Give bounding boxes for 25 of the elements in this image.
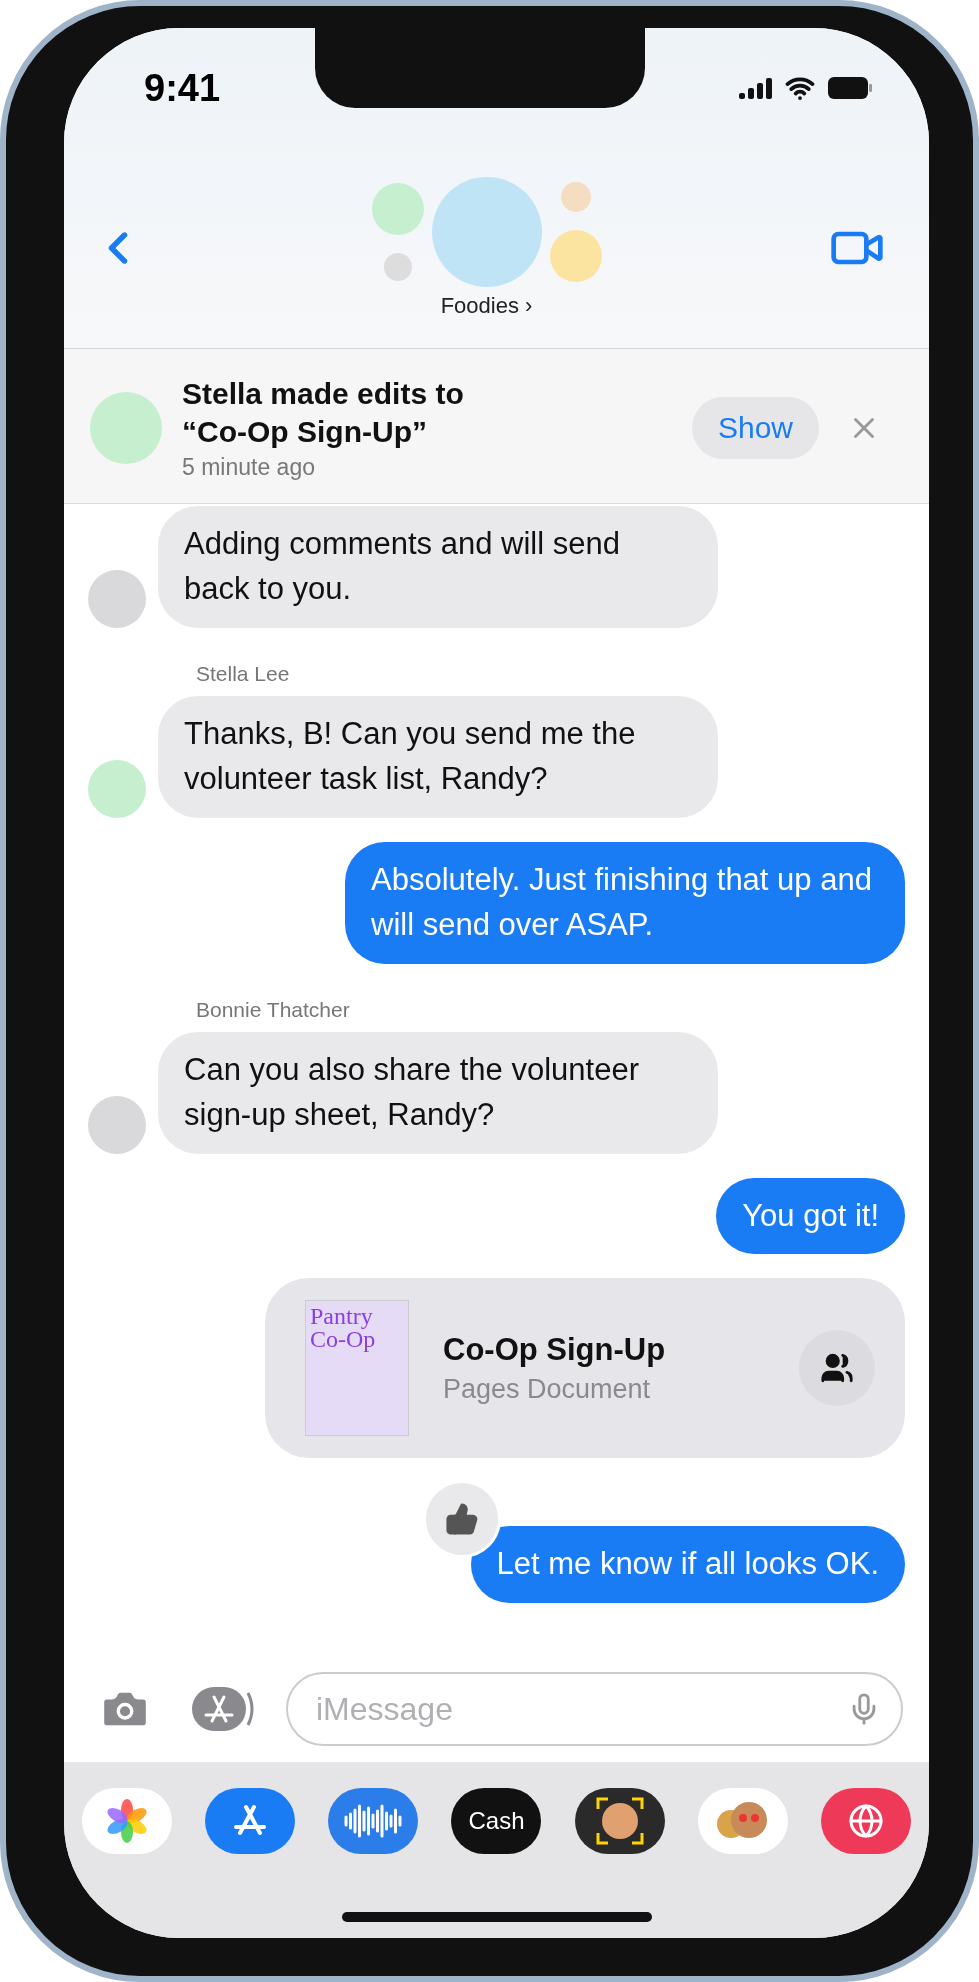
flower-icon: [105, 1799, 149, 1843]
sent-message-bubble: Let me know if all looks OK.: [470, 1526, 905, 1604]
globe-icon: [847, 1803, 884, 1839]
group-name-button[interactable]: Foodies ›: [440, 293, 533, 319]
sender-name: Stella Lee: [196, 661, 291, 686]
sent-message-bubble: You got it!: [716, 1177, 905, 1255]
document-title: Co-Op Sign-Up: [443, 1331, 667, 1368]
message-composer[interactable]: iMessage: [286, 1672, 903, 1746]
received-message-bubble: Adding comments and will send back to you.: [158, 506, 718, 628]
notification-time: 5 minute ago: [182, 454, 316, 481]
signal-icon: [739, 77, 773, 99]
status-time: 9:41: [144, 66, 221, 110]
cash-button[interactable]: Cash: [451, 1788, 542, 1854]
document-type: Pages Document: [443, 1373, 652, 1405]
battery-icon: [827, 76, 873, 100]
received-message-bubble: Thanks, B! Can you send me the volunteer task list, Randy?: [158, 695, 718, 818]
thumbs-up-icon: [444, 1502, 479, 1537]
document-card[interactable]: Pantry Co-Op Co-Op Sign-Up Pages Document: [265, 1278, 905, 1459]
received-message-bubble: Can you also share the volunteer sign-up sheet, Randy?: [158, 1031, 718, 1154]
notification-title: Stella made edits to “Co-Op Sign-Up”: [182, 376, 465, 450]
message-input-field[interactable]: iMessage: [314, 1689, 847, 1729]
thumbnail-title: Pantry Co-Op: [310, 1305, 377, 1352]
sender-name: Bonnie Thatcher: [196, 997, 351, 1022]
app-store-icon: [192, 1687, 254, 1731]
sent-message-bubble: Absolutely. Just finishing that up and will send over ASAP.: [345, 841, 905, 964]
